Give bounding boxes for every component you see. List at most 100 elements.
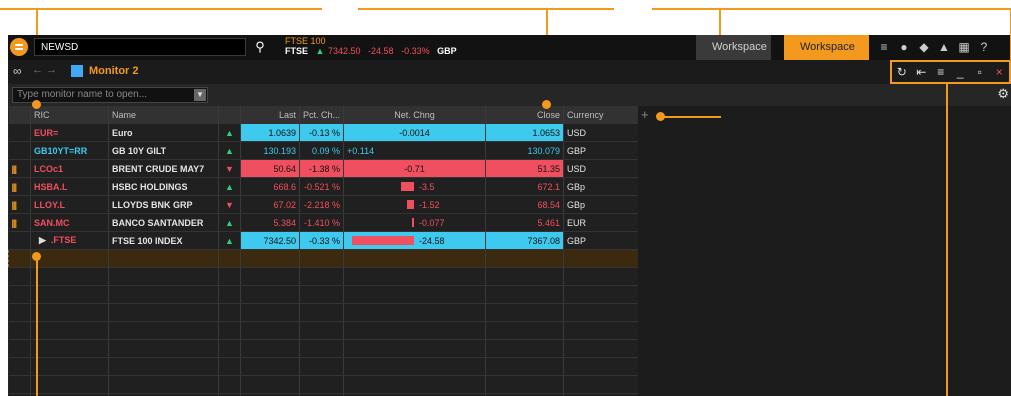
user-icon[interactable]: ● — [894, 35, 914, 60]
col-name[interactable]: Name — [108, 106, 219, 124]
monitor-open-placeholder: Type monitor name to open... — [17, 89, 148, 100]
expand-icon[interactable]: ▶ — [39, 235, 46, 245]
empty-cell — [30, 249, 109, 268]
help-icon[interactable]: ? — [974, 35, 994, 60]
empty-row[interactable] — [8, 285, 640, 304]
empty-cell — [108, 339, 219, 358]
empty-cell — [218, 249, 241, 268]
empty-cell — [108, 303, 219, 322]
empty-cell — [8, 375, 31, 394]
col-currency[interactable]: Currency — [563, 106, 640, 124]
name-cell: LLOYDS BNK GRP — [108, 195, 219, 214]
empty-row[interactable] — [8, 321, 640, 340]
name-cell: BRENT CRUDE MAY7 — [108, 159, 219, 178]
table-row[interactable]: ||| HSBA.L HSBC HOLDINGS ▲ 668.6 -0.521 % -3.5… — [8, 177, 640, 196]
empty-cell — [30, 321, 109, 340]
empty-cell — [218, 285, 241, 304]
callout-dot — [542, 100, 551, 109]
table-row[interactable]: GB10YT=RR GB 10Y GILT ▲ 130.193 0.09 % +0.114… — [8, 141, 640, 160]
empty-cell — [485, 249, 565, 268]
calendar-icon[interactable]: ▦ — [954, 35, 974, 60]
pct-cell: -1.410 % — [299, 213, 345, 232]
ticker[interactable]: FTSE 100 FTSE ▲ 7342.50 -24.58 -0.33% GB… — [285, 36, 462, 56]
net-change-cell: -0.0014 — [343, 123, 487, 142]
table-row[interactable]: ||| SAN.MC BANCO SANTANDER ▲ 5.384 -1.410 % -0… — [8, 213, 640, 232]
empty-cell — [485, 303, 565, 322]
tab-workspace-1[interactable]: Workspace 1 — [696, 35, 771, 78]
empty-cell — [30, 267, 109, 286]
chevron-down-icon[interactable]: ▼ — [194, 89, 206, 101]
currency-cell: USD — [563, 159, 640, 178]
ticker-name: FTSE 100 — [285, 36, 326, 46]
callout-dot — [32, 100, 41, 109]
empty-row[interactable] — [8, 339, 640, 358]
ric-label: .FTSE — [50, 235, 77, 245]
col-last[interactable]: Last — [240, 106, 300, 124]
col-net[interactable]: Net. Chng — [343, 106, 487, 124]
empty-panel — [638, 106, 1011, 396]
add-column-icon[interactable]: + — [641, 107, 649, 122]
tab-workspace-2[interactable]: Workspace 2 — [784, 35, 869, 78]
link-icon[interactable]: ∞ — [13, 64, 22, 78]
last-cell: 5.384 — [240, 213, 300, 232]
col-ric[interactable]: RIC — [30, 106, 109, 124]
net-change-cell: -24.58 — [343, 231, 487, 250]
empty-row[interactable] — [8, 303, 640, 322]
close-icon[interactable]: × — [990, 62, 1010, 82]
minimize-icon[interactable]: _ — [951, 62, 971, 82]
table-row[interactable]: ||| LCOc1 BRENT CRUDE MAY7 ▼ 50.64 -1.38 % -0.… — [8, 159, 640, 178]
empty-cell — [8, 339, 31, 358]
table-row[interactable]: EUR= Euro ▲ 1.0639 -0.13 % -0.0014 1.0653 USD — [8, 123, 640, 142]
search-icon[interactable]: ⚲ — [252, 38, 268, 56]
back-forward-icon[interactable]: ← → — [32, 64, 57, 76]
name-cell: FTSE 100 INDEX — [108, 231, 219, 250]
pct-cell: 0.09 % — [299, 141, 345, 160]
menu-icon[interactable]: ≡ — [874, 35, 894, 60]
insert-icon[interactable]: ⇤ — [912, 62, 932, 82]
empty-cell — [240, 339, 300, 358]
net-change-bar — [352, 236, 415, 245]
empty-cell — [563, 375, 640, 394]
empty-cell — [30, 357, 109, 376]
empty-cell — [343, 285, 487, 304]
refresh-icon[interactable]: ↻ — [892, 62, 912, 82]
ric-label: GB10YT=RR — [34, 145, 88, 156]
col-pct[interactable]: Pct. Ch... — [299, 106, 345, 124]
name-cell: HSBC HOLDINGS — [108, 177, 219, 196]
gear-icon[interactable]: ⚙ — [997, 86, 1009, 102]
pct-cell: -0.521 % — [299, 177, 345, 196]
alert-icon: ||| — [8, 195, 31, 214]
empty-row[interactable] — [8, 267, 640, 286]
chat-icon[interactable]: ◆ — [914, 35, 934, 60]
bell-icon[interactable]: ▲ — [934, 35, 954, 60]
empty-row[interactable] — [8, 357, 640, 376]
empty-cell — [30, 375, 109, 394]
empty-cell — [108, 357, 219, 376]
open-monitor-row: Type monitor name to open... ▼ ⚙ — [8, 84, 1011, 106]
grid-icon — [71, 65, 83, 77]
close-cell: 672.1 — [485, 177, 565, 196]
empty-row[interactable] — [8, 249, 640, 268]
alert-icon — [8, 123, 31, 142]
empty-cell — [563, 303, 640, 322]
table-row[interactable]: ||| LLOY.L LLOYDS BNK GRP ▼ 67.02 -2.218 % -1.… — [8, 195, 640, 214]
empty-cell — [485, 267, 565, 286]
empty-cell — [563, 321, 640, 340]
empty-cell — [108, 375, 219, 394]
table-row[interactable]: ▶ .FTSE FTSE 100 INDEX ▲ 7342.50 -0.33 % -24.5… — [8, 231, 640, 250]
empty-cell — [299, 357, 345, 376]
search-input[interactable]: NEWSD — [34, 38, 246, 56]
ric-cell: SAN.MC — [30, 213, 109, 232]
close-cell: 7367.08 — [485, 231, 565, 250]
net-change-bar — [412, 218, 415, 227]
currency-cell: GBp — [563, 195, 640, 214]
col-close[interactable]: Close — [485, 106, 565, 124]
restore-icon[interactable]: ▫ — [970, 62, 990, 82]
up-arrow-icon: ▲ — [218, 231, 241, 250]
ric-cell: LLOY.L — [30, 195, 109, 214]
menu-icon[interactable]: ≡ — [931, 62, 951, 82]
app-logo-icon[interactable] — [10, 38, 28, 56]
empty-row[interactable] — [8, 375, 640, 394]
monitor-open-input[interactable]: Type monitor name to open... ▼ — [12, 87, 208, 103]
up-arrow-icon: ▲ — [315, 46, 325, 56]
